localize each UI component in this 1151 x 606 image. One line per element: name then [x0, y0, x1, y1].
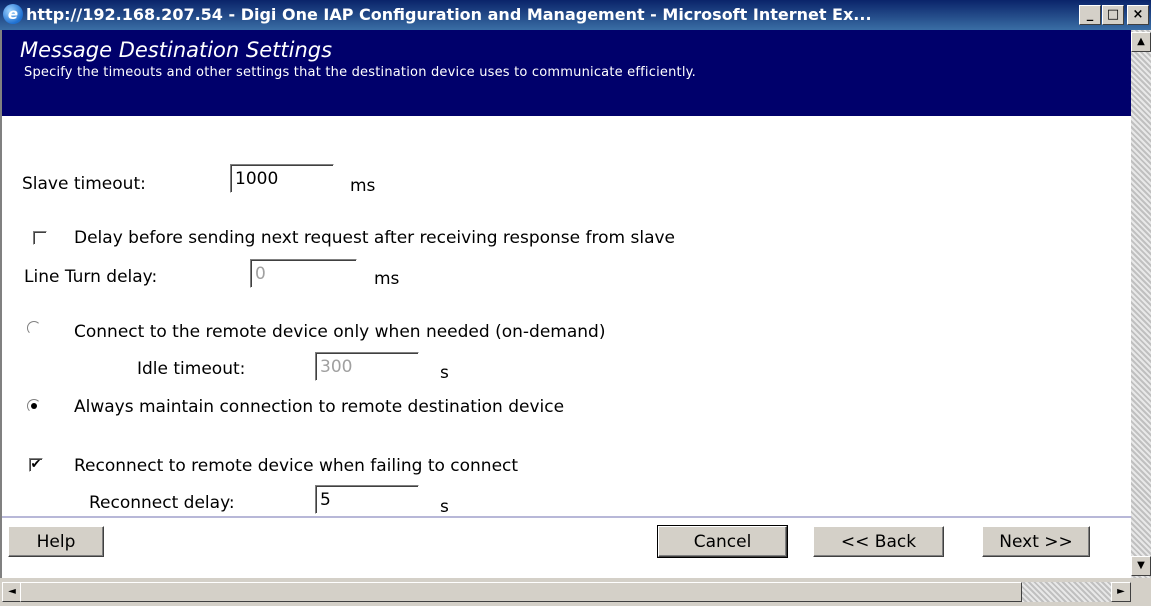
scroll-right-icon[interactable]: ►: [1111, 582, 1131, 602]
radio-selected-dot: [31, 403, 37, 409]
line-turn-delay-unit: ms: [374, 269, 400, 289]
reconnect-delay-label: Reconnect delay:: [89, 493, 235, 513]
slave-timeout-input[interactable]: [230, 164, 334, 193]
horizontal-scrollbar[interactable]: ◄ ►: [0, 578, 1131, 606]
reconnect-delay-unit: s: [440, 497, 449, 517]
cancel-button[interactable]: Cancel: [657, 525, 788, 558]
header-divider: [2, 116, 1131, 118]
window-title-bar[interactable]: e http://192.168.207.54 - Digi One IAP C…: [0, 0, 1151, 30]
vertical-scrollbar[interactable]: ▲ ▼: [1131, 30, 1151, 578]
scrollbar-corner: [1131, 578, 1151, 606]
help-button[interactable]: Help: [8, 526, 104, 557]
delay-checkbox-label: Delay before sending next request after …: [74, 228, 676, 248]
on-demand-radio[interactable]: [27, 321, 41, 335]
line-turn-delay-input[interactable]: [250, 259, 357, 288]
back-button[interactable]: << Back: [813, 526, 944, 557]
horizontal-scroll-thumb[interactable]: [20, 582, 1022, 602]
page-header: Message Destination Settings Specify the…: [2, 30, 1131, 116]
footer-bar: Help Cancel << Back Next >>: [2, 518, 1131, 578]
minimize-button[interactable]: _: [1079, 5, 1101, 25]
page-subtitle: Specify the timeouts and other settings …: [24, 65, 696, 80]
scroll-down-icon[interactable]: ▼: [1131, 556, 1151, 576]
reconnect-checkbox-label: Reconnect to remote device when failing …: [74, 456, 519, 476]
delay-checkbox[interactable]: [33, 231, 47, 245]
idle-timeout-input[interactable]: [315, 352, 419, 381]
scroll-left-icon[interactable]: ◄: [2, 582, 22, 602]
horizontal-scroll-track[interactable]: [1022, 582, 1111, 602]
internet-explorer-icon: e: [3, 4, 23, 24]
on-demand-radio-label: Connect to the remote device only when n…: [74, 322, 606, 342]
slave-timeout-unit: ms: [350, 176, 376, 196]
maximize-button[interactable]: □: [1102, 5, 1124, 25]
reconnect-delay-input[interactable]: [315, 485, 419, 514]
idle-timeout-unit: s: [440, 363, 449, 383]
window-title: http://192.168.207.54 - Digi One IAP Con…: [26, 5, 872, 24]
line-turn-delay-label: Line Turn delay:: [24, 267, 158, 287]
always-connected-radio[interactable]: [27, 399, 41, 413]
slave-timeout-label: Slave timeout:: [22, 174, 146, 194]
always-connected-radio-label: Always maintain connection to remote des…: [74, 397, 565, 417]
page-content: Message Destination Settings Specify the…: [0, 30, 1131, 578]
reconnect-checkbox[interactable]: ✔: [29, 458, 43, 472]
page-title: Message Destination Settings: [20, 38, 333, 62]
next-button[interactable]: Next >>: [982, 526, 1090, 557]
scroll-up-icon[interactable]: ▲: [1131, 32, 1151, 52]
idle-timeout-label: Idle timeout:: [137, 359, 246, 379]
close-button[interactable]: ×: [1127, 5, 1149, 25]
